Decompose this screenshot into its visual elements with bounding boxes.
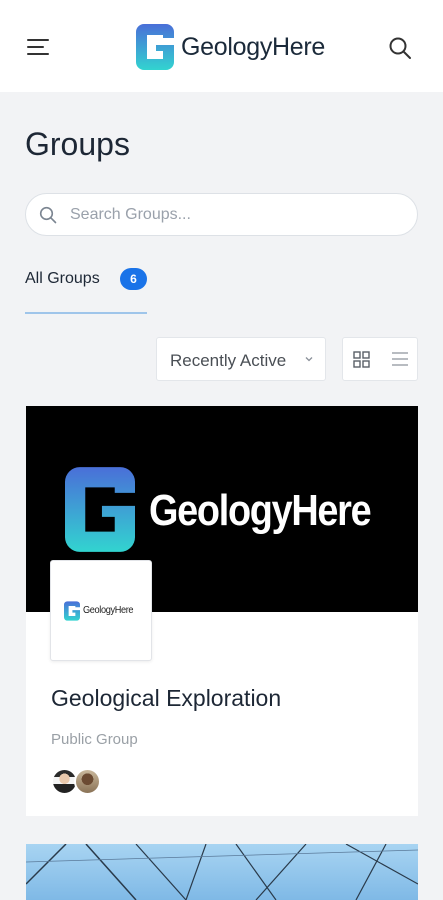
- group-card[interactable]: [26, 844, 418, 900]
- group-title[interactable]: Geological Exploration: [51, 685, 281, 712]
- search-icon[interactable]: [388, 36, 412, 60]
- page-title: Groups: [25, 126, 130, 162]
- chevron-down-icon: [305, 357, 313, 362]
- search-groups-box[interactable]: [25, 193, 418, 236]
- site-logo[interactable]: GeologyHere: [136, 24, 325, 70]
- top-header: GeologyHere: [0, 0, 443, 92]
- grid-view-button[interactable]: [343, 338, 381, 380]
- member-avatar[interactable]: [74, 768, 101, 795]
- hamburger-menu-icon[interactable]: [27, 37, 51, 57]
- geologyhere-logo-icon: [136, 24, 174, 70]
- group-avatar[interactable]: GeologyHere: [50, 560, 152, 661]
- tab-all-groups[interactable]: All Groups 6: [25, 264, 147, 314]
- geologyhere-logo-icon: [65, 467, 135, 552]
- list-view-button[interactable]: [381, 338, 418, 380]
- list-view-icon: [392, 352, 408, 366]
- group-card[interactable]: GeologyHere GeologyHere Geological Explo…: [26, 406, 418, 816]
- sort-selected-value: Recently Active: [170, 351, 287, 370]
- tab-label: All Groups: [25, 270, 100, 287]
- group-type: Public Group: [51, 731, 138, 748]
- brand-name: GeologyHere: [181, 32, 326, 61]
- search-icon: [39, 206, 57, 224]
- cover-brand-text: GeologyHere: [149, 486, 372, 535]
- grid-view-icon: [353, 351, 370, 368]
- geologyhere-logo-icon: [64, 601, 80, 621]
- count-badge: 6: [120, 268, 147, 290]
- group-cover-image: [26, 844, 418, 900]
- view-toggle: [342, 337, 418, 381]
- search-groups-input[interactable]: [70, 194, 400, 235]
- sort-dropdown[interactable]: Recently Active: [156, 337, 326, 381]
- avatar-brand-text: GeologyHere: [83, 605, 134, 616]
